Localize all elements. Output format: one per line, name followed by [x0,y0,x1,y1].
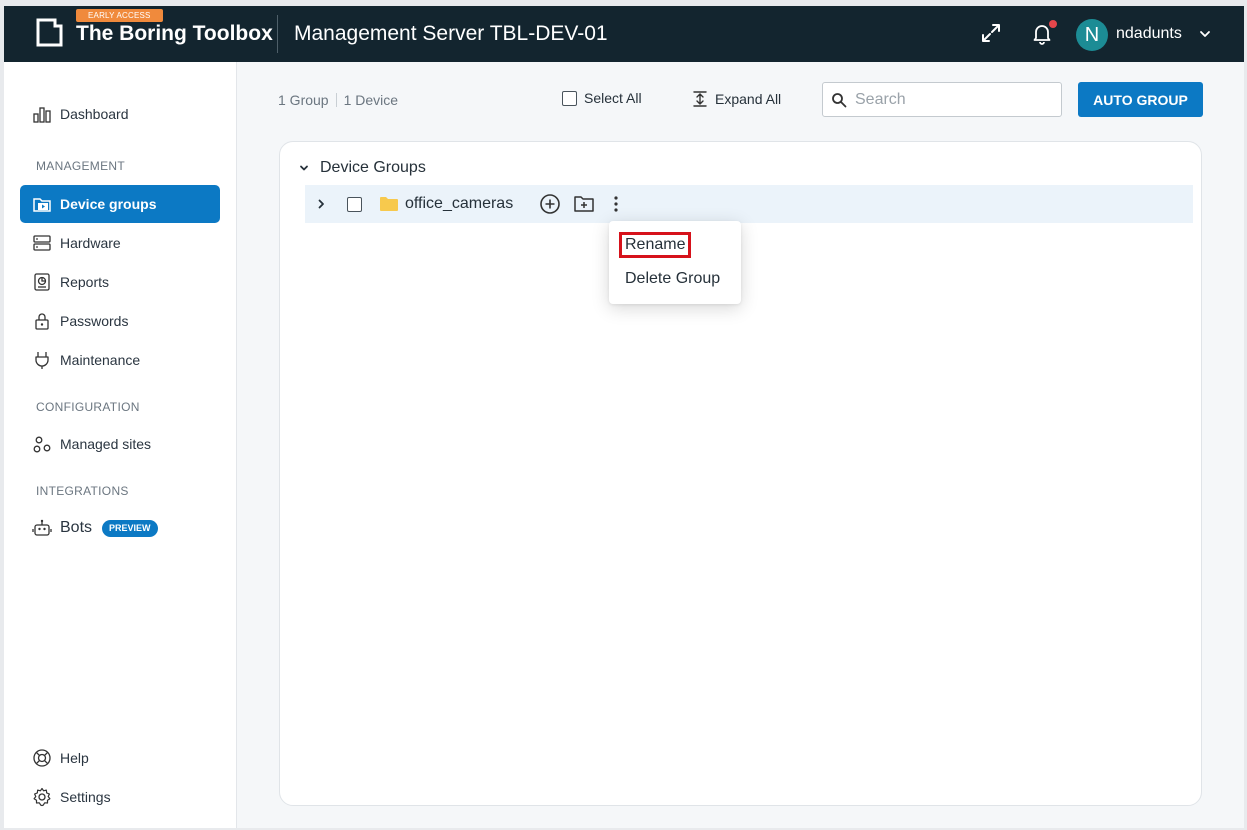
section-label-configuration: CONFIGURATION [36,400,140,414]
sidebar-item-label: Managed sites [60,436,152,452]
tree-row[interactable]: office_cameras [305,185,1193,223]
chevron-right-icon[interactable] [314,198,328,210]
sidebar-item-label: Dashboard [60,106,129,122]
robot-icon [32,518,52,538]
sidebar-item-label: Hardware [60,235,121,251]
select-all-button[interactable]: Select All [562,90,642,106]
sidebar-item-hardware[interactable]: Hardware [20,224,220,262]
item-counts: 1 Group 1 Device [278,92,398,108]
sidebar-item-help[interactable]: Help [20,739,220,777]
lock-icon [32,311,52,331]
device-count: 1 Device [343,92,399,108]
add-circle-icon[interactable] [539,193,561,215]
server-icon [32,233,52,253]
context-menu: Rename Delete Group [609,221,741,304]
sidebar-item-label: Device groups [60,196,157,212]
auto-group-button[interactable]: AUTO GROUP [1078,82,1203,117]
group-count: 1 Group [278,92,329,108]
sidebar-item-maintenance[interactable]: Maintenance [20,341,220,379]
gear-icon [32,787,52,807]
sidebar: Dashboard MANAGEMENT Device groups Hardw… [4,62,237,828]
app-window: EARLY ACCESS The Boring Toolbox Manageme… [4,6,1244,828]
sidebar-item-device-groups[interactable]: Device groups [20,185,220,223]
top-bar: EARLY ACCESS The Boring Toolbox Manageme… [4,6,1244,62]
chevron-down-icon[interactable] [298,162,310,174]
search-field[interactable] [822,82,1062,117]
sidebar-item-passwords[interactable]: Passwords [20,302,220,340]
group-name[interactable]: office_cameras [405,195,513,213]
sidebar-item-label: Help [60,750,89,766]
sidebar-item-reports[interactable]: Reports [20,263,220,301]
lifebuoy-icon [32,748,52,768]
sites-icon [32,434,52,454]
sidebar-item-settings[interactable]: Settings [20,778,220,816]
avatar[interactable]: N [1076,19,1108,51]
expand-all-button[interactable]: Expand All [692,90,781,108]
early-access-badge: EARLY ACCESS [76,9,163,22]
rename-menu-item[interactable]: Rename [618,232,692,258]
row-checkbox[interactable] [347,196,362,212]
expand-icon[interactable] [979,21,1003,45]
chevron-down-icon[interactable] [1197,26,1213,42]
sidebar-item-label: Reports [60,274,110,290]
server-title: Management Server TBL-DEV-01 [294,22,608,45]
add-folder-icon[interactable] [573,194,595,214]
section-label-management: MANAGEMENT [36,159,126,173]
expand-all-icon [693,91,707,107]
folder-icon [379,196,399,212]
sidebar-item-managed-sites[interactable]: Managed sites [20,425,220,463]
sidebar-item-label: Maintenance [60,352,141,368]
search-input[interactable] [855,90,1045,109]
tree-root[interactable]: Device Groups [298,159,426,177]
username[interactable]: ndadunts [1116,25,1182,43]
preview-badge: PREVIEW [102,519,158,537]
sidebar-item-label: Bots [60,519,93,536]
section-label-integrations: INTEGRATIONS [36,484,129,498]
plug-icon [32,350,52,370]
delete-group-menu-item[interactable]: Delete Group [625,270,720,288]
sidebar-item-label: Settings [60,789,111,805]
select-all-checkbox[interactable] [562,90,577,106]
notification-dot [1049,20,1057,28]
tree-root-label: Device Groups [320,159,426,176]
count-divider [335,93,337,107]
sidebar-item-dashboard[interactable]: Dashboard [20,95,220,133]
header-divider [277,15,278,53]
logo-icon [36,18,63,47]
more-vertical-icon[interactable] [613,195,619,213]
expand-all-label: Expand All [715,91,782,107]
brand-name: The Boring Toolbox [76,22,273,45]
report-icon [32,272,52,292]
sidebar-item-label: Passwords [60,313,129,329]
bar-chart-icon [32,104,52,124]
folder-video-icon [32,194,52,214]
sidebar-item-bots[interactable]: Bots PREVIEW [20,509,220,547]
select-all-label: Select All [584,90,642,106]
search-icon [832,92,847,107]
